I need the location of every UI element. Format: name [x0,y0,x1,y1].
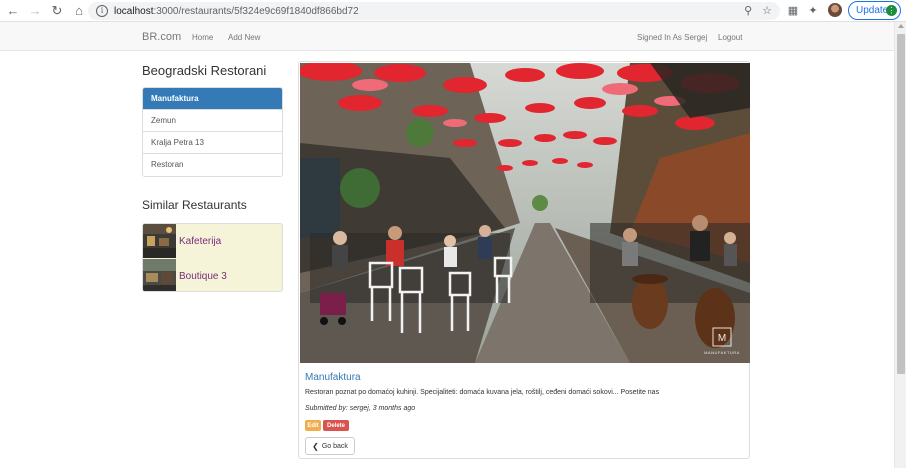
url-path: :3000/restaurants/5f324e9c69f1840df866bd… [153,5,359,17]
forward-arrow-icon[interactable]: → [26,2,44,20]
go-back-label: Go back [321,442,348,450]
back-arrow-icon[interactable]: ← [4,2,22,20]
zoom-icon[interactable]: ⚲ [744,4,752,17]
list-item-restoran[interactable]: Restoran [143,154,282,176]
similar-thumbnail [143,259,176,291]
nav-add-new-link[interactable]: Add New [228,33,260,42]
address-bar[interactable]: i localhost:3000/restaurants/5f324e9c69f… [88,2,780,20]
update-label: Update [856,5,889,16]
sidebar-title: Beogradski Restorani [142,63,267,78]
brand-link[interactable]: BR.com [142,31,181,43]
svg-text:M: M [718,333,726,344]
similar-title: Similar Restaurants [142,198,247,212]
site-navbar: BR.com Home Add New Signed In As Sergej … [0,22,894,51]
scrollbar-thumb[interactable] [897,34,905,374]
page-scrollbar[interactable] [894,22,906,468]
restaurant-description: Restoran poznat po domaćoj kuhinji. Spec… [305,389,660,396]
restaurant-name[interactable]: Manufaktura [305,372,361,383]
puzzle-icon[interactable]: ✦ [806,3,820,17]
signed-in-text: Signed In As Sergej [637,33,708,42]
site-info-icon[interactable]: i [96,5,108,17]
extension-icon[interactable]: ▦ [786,3,800,17]
back-arrow-circle-icon: ❮ [312,441,319,451]
restaurant-photo: M MANUFAKTURA [300,63,750,363]
update-button[interactable]: Update ⋮ [848,1,901,20]
browser-toolbar: ← → ↻ ⌂ i localhost:3000/restaurants/5f3… [0,0,906,22]
reload-icon[interactable]: ↻ [48,2,66,20]
profile-avatar[interactable] [828,3,842,17]
similar-item-boutique-3[interactable]: Boutique 3 [143,259,282,291]
similar-thumbnail [143,224,176,258]
similar-label[interactable]: Kafeterija [179,236,221,247]
scroll-up-icon[interactable] [898,24,904,28]
similar-label[interactable]: Boutique 3 [179,271,227,282]
list-item-zemun[interactable]: Zemun [143,110,282,132]
svg-text:MANUFAKTURA: MANUFAKTURA [704,350,740,355]
similar-restaurants: Kafeterija Boutique 3 [142,223,283,292]
kebab-menu-icon[interactable]: ⋮ [886,5,897,16]
restaurant-list: Manufaktura Zemun Kralja Petra 13 Restor… [142,87,283,177]
restaurant-card: M MANUFAKTURA Manufaktura Restoran pozna… [298,61,750,459]
url-host: localhost [114,5,154,17]
logout-link[interactable]: Logout [718,33,742,42]
bookmark-star-icon[interactable]: ☆ [762,4,772,17]
list-item-kralja-petra[interactable]: Kralja Petra 13 [143,132,282,154]
submitted-by: Submitted by: sergej, 3 months ago [305,405,416,412]
similar-item-kafeterija[interactable]: Kafeterija [143,224,282,258]
list-item-manufaktura[interactable]: Manufaktura [143,88,282,110]
home-icon[interactable]: ⌂ [70,2,88,20]
edit-button[interactable]: Edit [305,420,321,431]
delete-button[interactable]: Delete [323,420,349,431]
nav-home-link[interactable]: Home [192,33,213,42]
go-back-button[interactable]: ❮ Go back [305,437,355,455]
